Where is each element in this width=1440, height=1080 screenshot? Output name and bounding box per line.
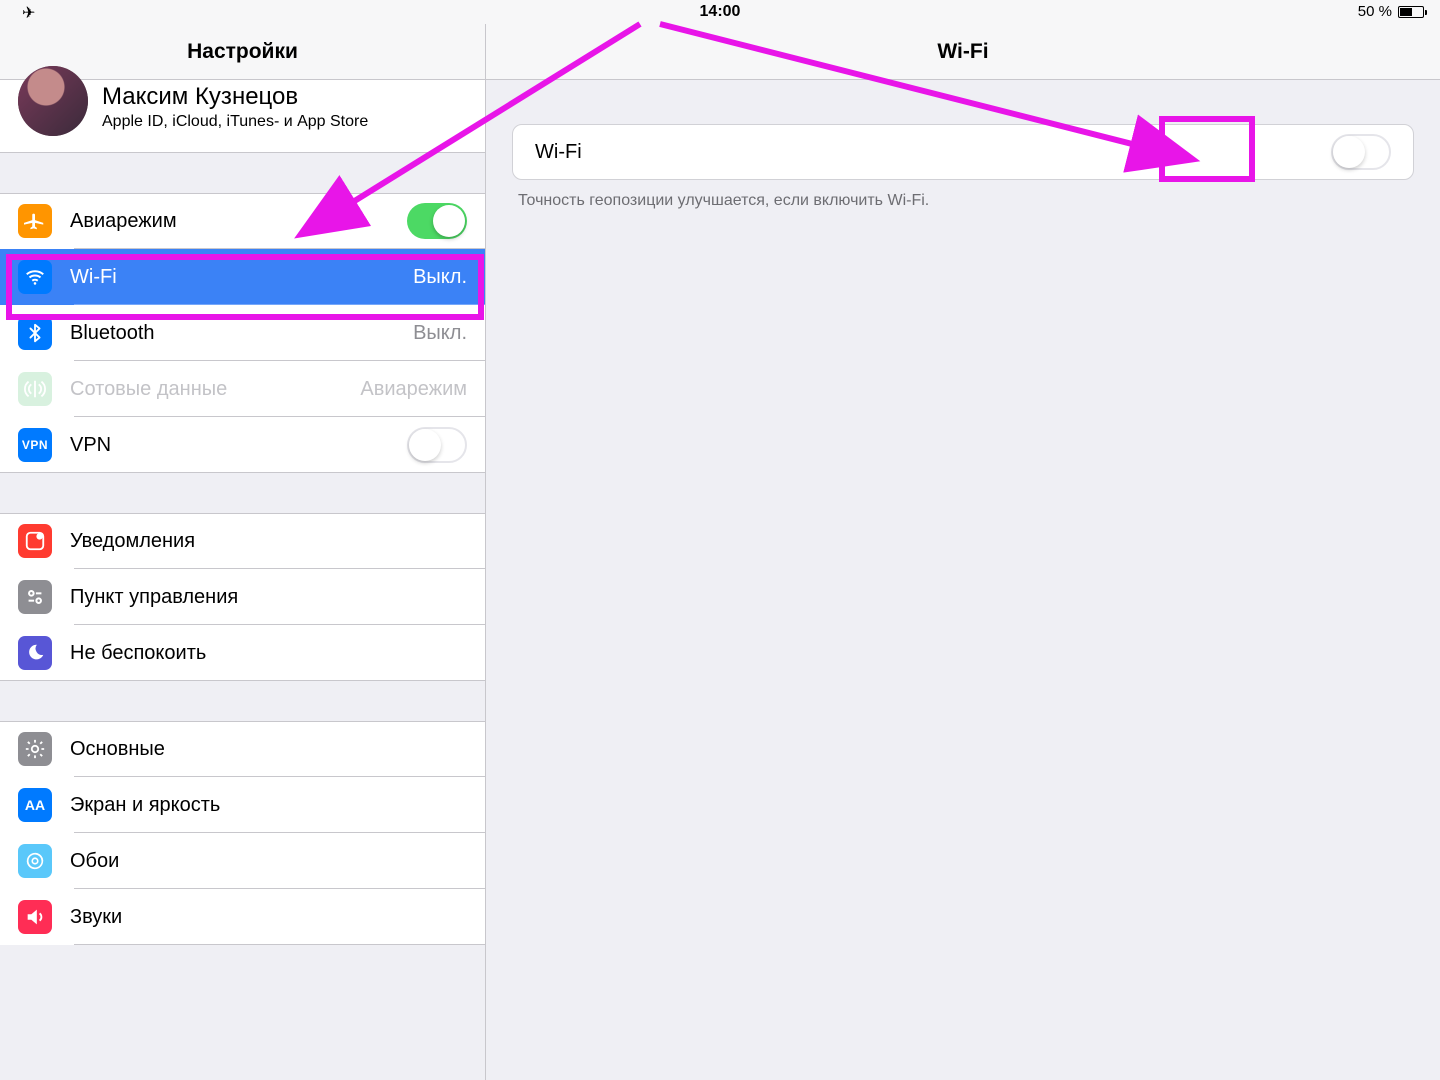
display-label: Экран и яркость (70, 794, 467, 817)
wifi-value: Выкл. (413, 266, 467, 289)
vpn-icon: VPN (18, 428, 52, 462)
controlcenter-icon (18, 580, 52, 614)
sidebar-item-display[interactable]: AA Экран и яркость (0, 777, 485, 833)
battery-percent: 50 % (1358, 3, 1392, 20)
bluetooth-label: Bluetooth (70, 322, 413, 345)
sidebar-item-cellular: Сотовые данные Авиарежим (0, 361, 485, 417)
sidebar-item-sounds[interactable]: Звуки (0, 889, 485, 945)
avatar (18, 66, 88, 136)
account-subtitle: Apple ID, iCloud, iTunes- и App Store (102, 113, 368, 131)
vpn-toggle[interactable] (407, 427, 467, 463)
wallpaper-icon (18, 844, 52, 878)
sounds-label: Звуки (70, 906, 467, 929)
detail-header: Wi-Fi (486, 24, 1440, 80)
bluetooth-value: Выкл. (413, 322, 467, 345)
notifications-icon (18, 524, 52, 558)
battery-icon (1398, 6, 1424, 18)
dnd-icon (18, 636, 52, 670)
wifi-setting-label: Wi-Fi (535, 141, 582, 164)
sidebar-item-wifi[interactable]: Wi-Fi Выкл. (0, 249, 485, 305)
detail-title: Wi-Fi (937, 40, 988, 64)
cellular-value: Авиарежим (360, 378, 467, 401)
display-icon: AA (18, 788, 52, 822)
sidebar-item-notifications[interactable]: Уведомления (0, 513, 485, 569)
wifi-icon (18, 260, 52, 294)
wallpaper-label: Обои (70, 850, 467, 873)
airplane-label: Авиарежим (70, 210, 407, 233)
apple-id-row[interactable]: Максим Кузнецов Apple ID, iCloud, iTunes… (0, 80, 485, 153)
status-time: 14:00 (0, 3, 1440, 21)
sidebar-title: Настройки (187, 40, 298, 64)
bluetooth-icon (18, 316, 52, 350)
controlcenter-label: Пункт управления (70, 586, 467, 609)
sidebar-item-dnd[interactable]: Не беспокоить (0, 625, 485, 681)
dnd-label: Не беспокоить (70, 642, 467, 665)
sidebar-item-wallpaper[interactable]: Обои (0, 833, 485, 889)
sidebar-item-general[interactable]: Основные (0, 721, 485, 777)
notifications-label: Уведомления (70, 530, 467, 553)
vpn-label: VPN (70, 434, 407, 457)
sidebar-item-airplane[interactable]: Авиарежим (0, 193, 485, 249)
status-bar: ✈︎ 14:00 50 % (0, 0, 1440, 24)
wifi-label: Wi-Fi (70, 266, 413, 289)
airplane-toggle[interactable] (407, 203, 467, 239)
general-label: Основные (70, 738, 467, 761)
sounds-icon (18, 900, 52, 934)
sidebar-item-controlcenter[interactable]: Пункт управления (0, 569, 485, 625)
airplane-icon (18, 204, 52, 238)
cellular-label: Сотовые данные (70, 378, 360, 401)
account-name: Максим Кузнецов (102, 83, 368, 111)
wifi-footer-text: Точность геопозиции улучшается, если вкл… (512, 180, 1414, 210)
cellular-icon (18, 372, 52, 406)
general-icon (18, 732, 52, 766)
detail-pane: Wi-Fi Wi-Fi Точность геопозиции улучшает… (486, 24, 1440, 1080)
wifi-setting-row[interactable]: Wi-Fi (512, 124, 1414, 180)
wifi-toggle[interactable] (1331, 134, 1391, 170)
sidebar-item-vpn[interactable]: VPN VPN (0, 417, 485, 473)
sidebar-item-bluetooth[interactable]: Bluetooth Выкл. (0, 305, 485, 361)
settings-sidebar: Настройки Максим Кузнецов Apple ID, iClo… (0, 24, 486, 1080)
